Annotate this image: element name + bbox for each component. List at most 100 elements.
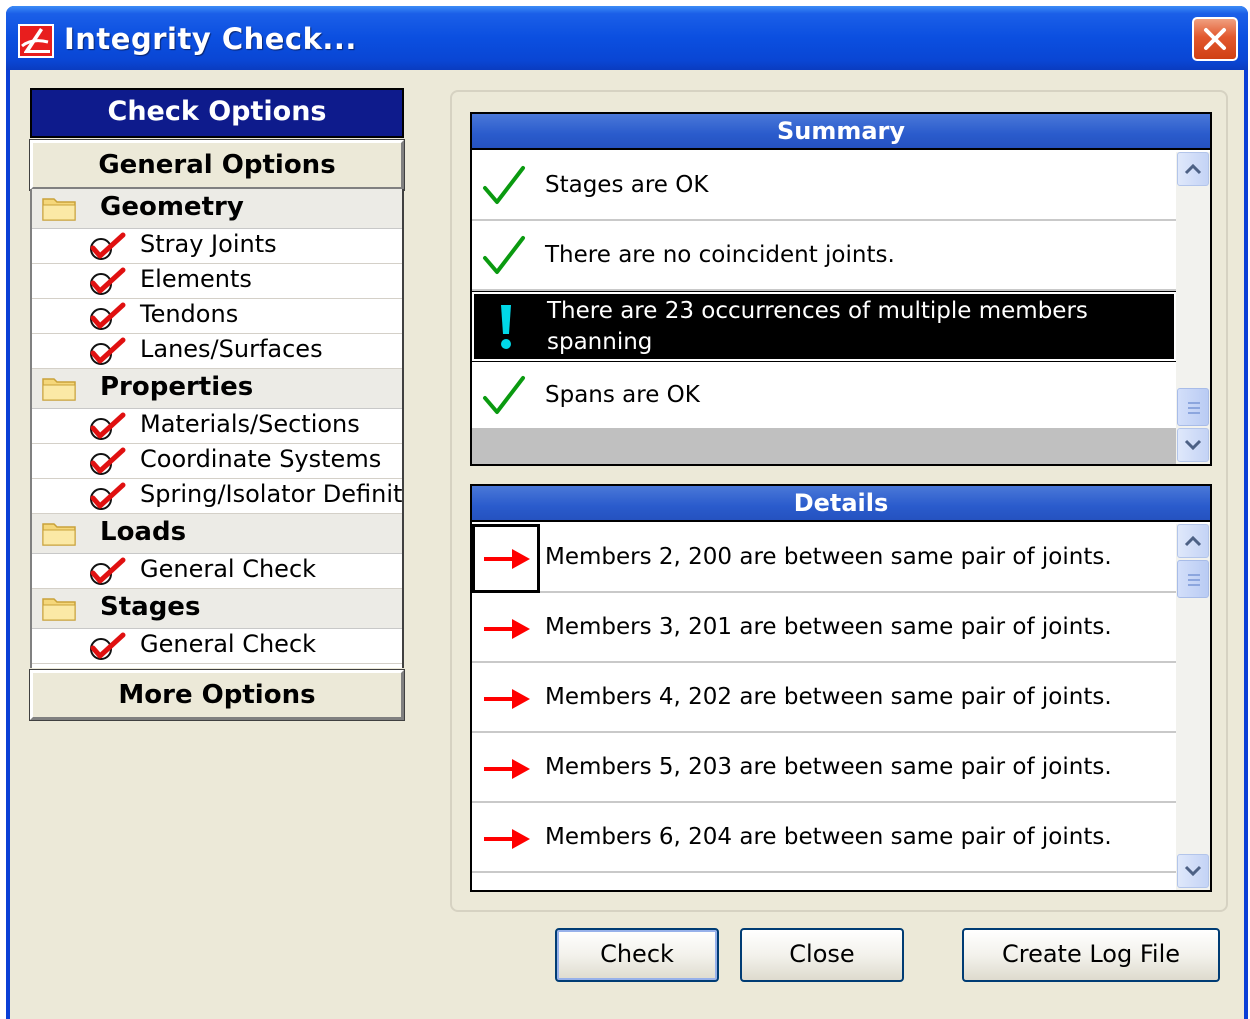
- checked-checkbox-icon[interactable]: [86, 337, 126, 367]
- summary-row[interactable]: There are 23 occurrences of multiple mem…: [472, 291, 1176, 386]
- red-arrow-icon: [484, 549, 530, 569]
- checked-checkbox-icon[interactable]: [86, 302, 126, 332]
- red-arrow-icon: [484, 759, 530, 779]
- summary-row-text: There are no coincident joints.: [545, 242, 895, 268]
- summary-header: Summary: [472, 114, 1210, 150]
- integrity-check-window: Integrity Check... Check Options General…: [6, 6, 1248, 1019]
- tree-category-label: Properties: [100, 372, 254, 402]
- summary-row[interactable]: There are no coincident joints.: [472, 222, 1176, 291]
- check-options-header: Check Options: [30, 88, 404, 138]
- tree-item-label: General Check: [140, 630, 317, 658]
- tree-category-properties[interactable]: Properties: [32, 369, 402, 409]
- results-group-box: Summary Stages are OK There are no coinci…: [450, 90, 1228, 912]
- check-button[interactable]: Check: [555, 928, 719, 982]
- summary-rows: Stages are OK There are no coincident joi…: [472, 152, 1176, 464]
- scroll-down-button[interactable]: [1177, 854, 1209, 888]
- green-check-icon: [483, 376, 525, 414]
- chevron-down-icon: [1184, 865, 1202, 877]
- dialog-client-area: Check Options General Options Geometry St…: [10, 70, 1244, 1019]
- scroll-down-button[interactable]: [1177, 428, 1209, 462]
- window-title: Integrity Check...: [64, 22, 357, 56]
- tree-item-label: General Check: [140, 555, 317, 583]
- scroll-thumb[interactable]: [1177, 560, 1209, 598]
- tree-category-label: Geometry: [100, 192, 244, 222]
- more-options-button[interactable]: More Options: [29, 669, 405, 721]
- details-row[interactable]: Members 4, 202 are between same pair of …: [472, 664, 1176, 733]
- tree-item[interactable]: Coordinate Systems: [32, 444, 402, 479]
- details-scrollbar[interactable]: [1176, 524, 1210, 890]
- tree-item[interactable]: General Check: [32, 629, 402, 664]
- chevron-up-icon: [1184, 163, 1202, 175]
- close-x-icon: [1204, 28, 1226, 50]
- summary-row[interactable]: Stages are OK: [472, 152, 1176, 221]
- folder-icon: [42, 378, 76, 401]
- tree-item[interactable]: Materials/Sections: [32, 409, 402, 444]
- details-row-text: Members 6, 204 are between same pair of …: [545, 824, 1112, 850]
- tree-item-label: Tendons: [140, 300, 239, 328]
- checked-checkbox-icon[interactable]: [86, 447, 126, 477]
- tree-category-loads[interactable]: Loads: [32, 514, 402, 554]
- tree-item-label: Spring/Isolator Definitior: [140, 480, 402, 508]
- details-row-text: Members 3, 201 are between same pair of …: [545, 614, 1112, 640]
- details-row-text: Members 2, 200 are between same pair of …: [545, 544, 1112, 570]
- close-window-button[interactable]: [1192, 17, 1238, 61]
- tree-item-label: Coordinate Systems: [140, 445, 382, 473]
- summary-list: Summary Stages are OK There are no coinci…: [470, 112, 1212, 466]
- details-row[interactable]: Members 5, 203 are between same pair of …: [472, 734, 1176, 803]
- summary-row[interactable]: Spans are OK: [472, 362, 1176, 431]
- check-options-panel: Check Options General Options Geometry St…: [29, 88, 405, 722]
- details-rows: Members 2, 200 are between same pair of …: [472, 524, 1176, 890]
- details-list: Details Members 2, 200 are between same …: [470, 484, 1212, 892]
- tree-category-label: Loads: [100, 517, 187, 547]
- tree-item-label: Stray Joints: [140, 230, 277, 258]
- tree-item[interactable]: Tendons: [32, 299, 402, 334]
- red-arrow-icon: [484, 829, 530, 849]
- scroll-up-button[interactable]: [1177, 152, 1209, 186]
- details-row-text: Members 4, 202 are between same pair of …: [545, 684, 1112, 710]
- red-arrow-icon: [484, 619, 530, 639]
- create-log-file-button[interactable]: Create Log File: [962, 928, 1220, 982]
- tree-item[interactable]: Stray Joints: [32, 229, 402, 264]
- tree-item-label: Lanes/Surfaces: [140, 335, 323, 363]
- close-button[interactable]: Close: [740, 928, 904, 982]
- chevron-down-icon: [1184, 439, 1202, 451]
- green-check-icon: [483, 166, 525, 204]
- tree-item[interactable]: Lanes/Surfaces: [32, 334, 402, 369]
- checked-checkbox-icon[interactable]: [86, 632, 126, 662]
- green-check-icon: [483, 236, 525, 274]
- summary-scrollbar[interactable]: [1176, 152, 1210, 464]
- folder-icon: [42, 198, 76, 221]
- tree-category-stages[interactable]: Stages: [32, 589, 402, 629]
- tree-item[interactable]: Spring/Isolator Definitior: [32, 479, 402, 514]
- chevron-up-icon: [1184, 535, 1202, 547]
- tree-item[interactable]: Elements: [32, 264, 402, 299]
- folder-icon: [42, 598, 76, 621]
- details-header: Details: [472, 486, 1210, 522]
- checked-checkbox-icon[interactable]: [86, 482, 126, 512]
- tree-category-geometry[interactable]: Geometry: [32, 189, 402, 229]
- checked-checkbox-icon[interactable]: [86, 267, 126, 297]
- general-options-button[interactable]: General Options: [29, 139, 405, 191]
- tree-item-label: Materials/Sections: [140, 410, 360, 438]
- tree-item[interactable]: General Check: [32, 554, 402, 589]
- checked-checkbox-icon[interactable]: [86, 412, 126, 442]
- tree-category-label: Stages: [100, 592, 201, 622]
- csibridge-app-icon: [18, 24, 54, 58]
- checked-checkbox-icon[interactable]: [86, 232, 126, 262]
- details-row[interactable]: Members 2, 200 are between same pair of …: [472, 524, 1176, 593]
- check-options-tree: Geometry Stray Joints Elements Tendons Lanes…: [30, 189, 404, 668]
- tree-item-label: Elements: [140, 265, 252, 293]
- folder-icon: [42, 523, 76, 546]
- scroll-up-button[interactable]: [1177, 524, 1209, 558]
- scroll-thumb[interactable]: [1177, 388, 1209, 426]
- red-arrow-icon: [484, 689, 530, 709]
- details-row[interactable]: Members 6, 204 are between same pair of …: [472, 804, 1176, 873]
- summary-row-text: Spans are OK: [545, 382, 700, 408]
- checked-checkbox-icon[interactable]: [86, 557, 126, 587]
- exclamation-icon: [501, 305, 511, 349]
- summary-row-text: Stages are OK: [545, 172, 709, 198]
- details-row-text: Members 5, 203 are between same pair of …: [545, 754, 1112, 780]
- title-bar[interactable]: Integrity Check...: [6, 6, 1248, 70]
- summary-empty-area: [472, 428, 1176, 464]
- details-row[interactable]: Members 3, 201 are between same pair of …: [472, 594, 1176, 663]
